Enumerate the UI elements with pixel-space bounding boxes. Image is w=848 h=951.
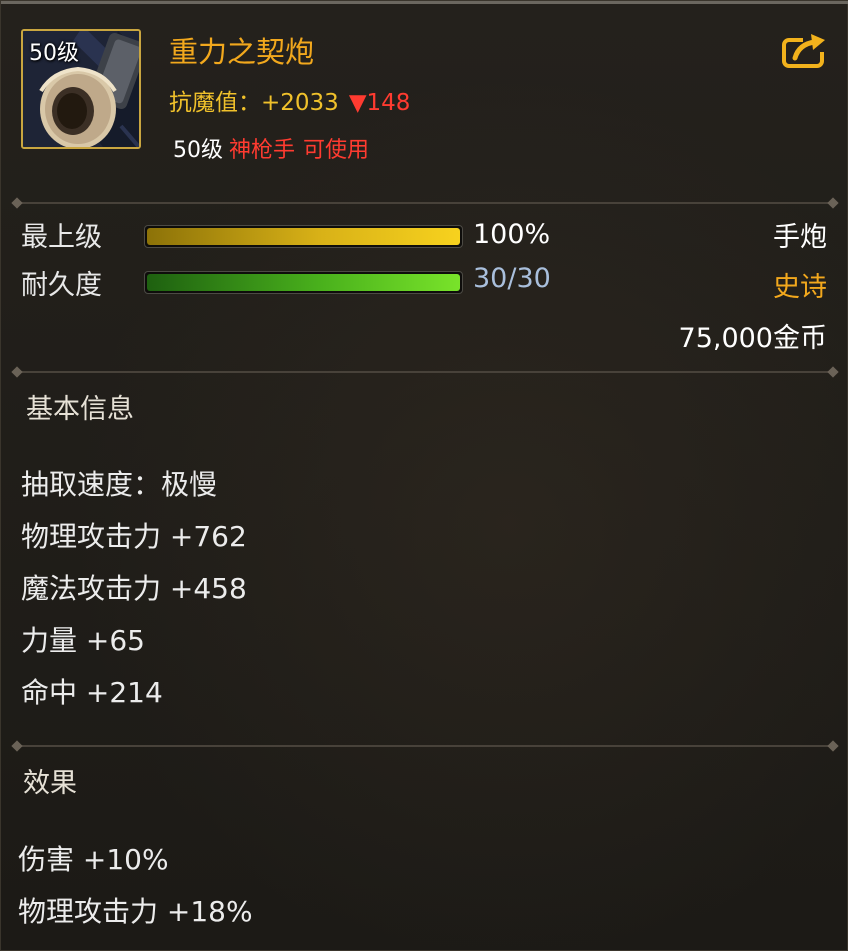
durability-value: 30/30 (473, 263, 551, 294)
durability-bar (144, 271, 463, 294)
item-type: 手炮 (773, 222, 827, 253)
effects-title: 效果 (23, 768, 77, 799)
magic-resist-value: 抗魔值：+2033 (169, 90, 339, 116)
effect-line: 伤害 +10% (18, 843, 169, 876)
requirement-line: 50级 神枪手 可使用 (173, 132, 369, 164)
basic-info-title: 基本信息 (26, 394, 134, 425)
stat-line: 命中 +214 (21, 676, 163, 709)
upgrade-bar (144, 225, 463, 248)
stat-line: 抽取速度：极慢 (21, 468, 218, 501)
upgrade-bar-fill (147, 228, 460, 245)
magic-resist-line: 抗魔值：+2033 ▼148 (169, 83, 410, 117)
item-name: 重力之契炮 (169, 35, 315, 69)
required-level: 50级 (173, 138, 223, 163)
durability-label: 耐久度 (21, 270, 102, 301)
divider-effects (15, 745, 835, 747)
item-rarity: 史诗 (773, 272, 827, 303)
required-class: 神枪手 (229, 138, 296, 163)
item-icon-frame: 50级 (21, 29, 141, 149)
durability-bar-fill (147, 274, 460, 291)
stat-line: 魔法攻击力 +458 (21, 572, 247, 605)
stat-line: 力量 +65 (21, 624, 145, 657)
top-border (1, 1, 848, 4)
upgrade-value: 100% (473, 219, 551, 250)
stat-line: 物理攻击力 +762 (21, 520, 247, 553)
usable-status: 可使用 (303, 138, 370, 163)
effect-line: 物理攻击力 +18% (18, 895, 253, 928)
item-tooltip-panel: 50级 重力之契炮 抗魔值：+2033 ▼148 50级 神枪手 可使用 最上级 10… (0, 0, 848, 951)
divider-top (15, 202, 835, 204)
upgrade-label: 最上级 (21, 222, 102, 253)
item-price: 75,000金币 (678, 323, 827, 354)
magic-resist-delta: ▼148 (348, 90, 411, 116)
divider-basic (15, 371, 835, 373)
share-icon[interactable] (781, 30, 829, 70)
item-level-badge: 50级 (29, 41, 79, 66)
